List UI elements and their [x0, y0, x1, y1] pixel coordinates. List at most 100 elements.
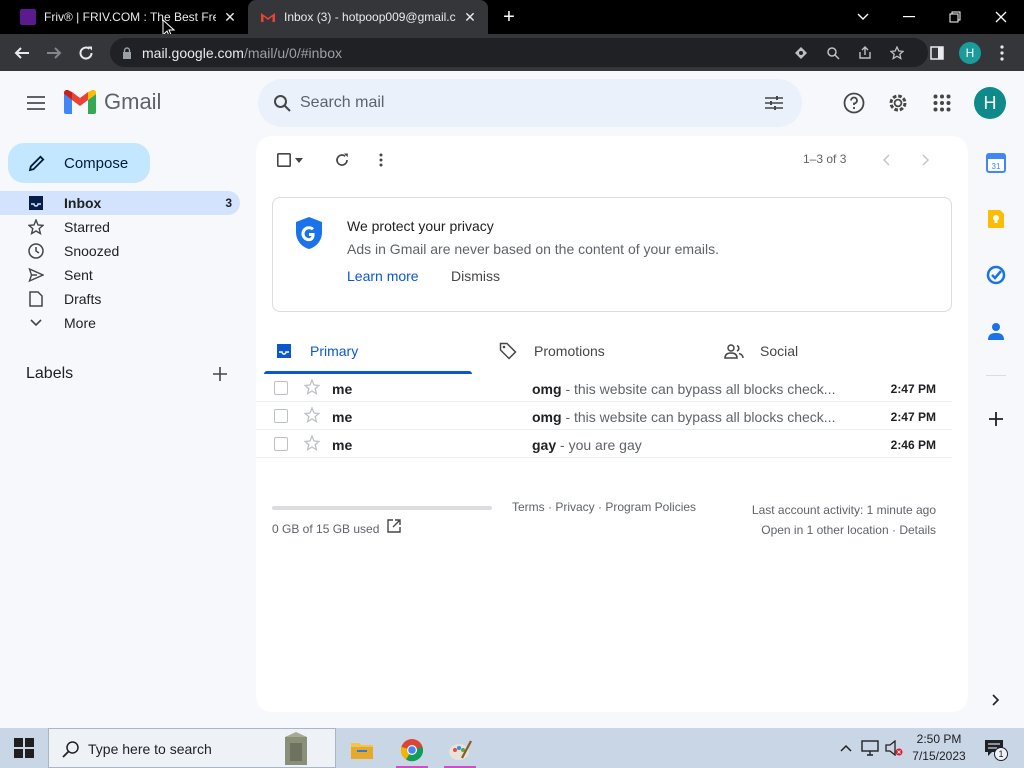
friv-favicon-icon	[20, 9, 36, 25]
open-external-icon[interactable]	[386, 518, 402, 534]
row-checkbox[interactable]	[274, 409, 288, 423]
windows-taskbar: Type here to search 2:50 PM 7/15/2023 1	[0, 728, 1024, 768]
email-snippet: - you are gay	[556, 437, 642, 453]
google-apps-icon[interactable]	[928, 89, 956, 117]
sidebar-item-label: Snoozed	[64, 243, 120, 259]
system-clock[interactable]: 2:50 PM 7/15/2023	[904, 731, 974, 765]
bookmark-star-icon[interactable]	[888, 44, 906, 62]
show-hidden-icons-chevron-icon[interactable]	[836, 738, 856, 758]
pencil-icon	[26, 152, 48, 174]
tab-primary[interactable]: Primary	[264, 328, 472, 374]
share-icon[interactable]	[856, 44, 874, 62]
mail-list-panel: 1–3 of 3 We protect your privacy Ads in …	[256, 136, 968, 712]
tab-promotions[interactable]: Promotions	[498, 328, 708, 374]
chrome-taskbar-icon[interactable]	[390, 732, 434, 768]
paint-app-icon[interactable]	[438, 732, 482, 768]
notification-center-icon[interactable]: 1	[982, 738, 1008, 761]
email-row[interactable]: me omg - this website can bypass all blo…	[256, 374, 952, 402]
tab-title: Inbox (3) - hotpoop009@gmail.c	[284, 10, 456, 24]
side-panel-icon[interactable]	[926, 42, 948, 64]
network-icon[interactable]	[860, 738, 880, 758]
file-explorer-icon[interactable]	[340, 732, 384, 768]
search-mail-bar[interactable]: Search mail	[258, 79, 802, 127]
volume-muted-icon[interactable]	[884, 738, 904, 758]
sidebar-item-inbox[interactable]: Inbox 3	[0, 191, 240, 215]
email-row[interactable]: me omg - this website can bypass all blo…	[256, 402, 952, 430]
clock-time: 2:50 PM	[916, 732, 962, 746]
browser-tab-gmail[interactable]: Inbox (3) - hotpoop009@gmail.c ✕	[248, 0, 488, 34]
star-icon[interactable]	[303, 378, 321, 396]
tab-title: Friv® | FRIV.COM : The Best Free	[44, 10, 216, 24]
forward-icon[interactable]	[43, 42, 65, 64]
address-bar[interactable]: mail.google.com/mail/u/0/#inbox	[110, 38, 928, 67]
browser-menu-icon[interactable]	[991, 42, 1013, 64]
email-time: 2:47 PM	[890, 382, 936, 396]
new-tab-button[interactable]: +	[498, 6, 520, 28]
svg-text:31: 31	[992, 162, 1001, 171]
taskbar-search-input[interactable]: Type here to search	[88, 741, 212, 757]
clock-icon	[26, 241, 46, 261]
account-avatar[interactable]: H	[974, 87, 1006, 119]
learn-more-link[interactable]: Learn more	[347, 268, 419, 284]
dismiss-button[interactable]: Dismiss	[451, 268, 500, 284]
gmail-header: Gmail Search mail H	[0, 71, 1024, 135]
star-icon[interactable]	[303, 434, 321, 452]
sidebar-item-starred[interactable]: Starred	[0, 215, 240, 239]
reload-icon[interactable]	[75, 42, 97, 64]
tab-label: Social	[760, 343, 799, 359]
keep-icon[interactable]	[984, 207, 1008, 231]
back-icon[interactable]	[11, 42, 33, 64]
browser-tab-friv[interactable]: Friv® | FRIV.COM : The Best Free ✕	[0, 0, 248, 34]
tasks-icon[interactable]	[984, 263, 1008, 287]
last-activity-text: Last account activity: 1 minute ago	[751, 503, 936, 517]
footer-policy-links[interactable]: Terms · Privacy · Program Policies	[512, 500, 696, 514]
calendar-icon[interactable]: 31	[984, 151, 1008, 175]
send-icon	[26, 265, 46, 285]
main-menu-icon[interactable]	[22, 89, 50, 117]
tab-social[interactable]: Social	[724, 328, 934, 374]
more-actions-icon[interactable]	[371, 150, 391, 170]
profile-avatar[interactable]: H	[959, 42, 981, 64]
newer-page-icon[interactable]	[876, 150, 896, 170]
email-row[interactable]: me gay - you are gay 2:46 PM	[256, 430, 952, 458]
close-tab-icon[interactable]: ✕	[462, 9, 478, 25]
gmail-logo[interactable]: Gmail	[64, 89, 161, 115]
close-tab-icon[interactable]: ✕	[222, 9, 238, 25]
minimize-button[interactable]	[886, 0, 932, 34]
select-all-checkbox[interactable]	[274, 150, 294, 170]
row-checkbox[interactable]	[274, 381, 288, 395]
get-addons-icon[interactable]	[984, 407, 1008, 431]
windows-start-icon[interactable]	[14, 738, 34, 758]
restore-button[interactable]	[932, 0, 978, 34]
inbox-category-tabs: Primary Promotions Social	[256, 328, 968, 374]
search-input[interactable]: Search mail	[300, 94, 384, 112]
contacts-icon[interactable]	[984, 319, 1008, 343]
sidebar-item-drafts[interactable]: Drafts	[0, 287, 240, 311]
zoom-search-icon[interactable]	[824, 44, 842, 62]
sidebar-item-sent[interactable]: Sent	[0, 263, 240, 287]
tab-search-icon[interactable]	[840, 0, 886, 34]
select-menu-caret-icon[interactable]	[292, 150, 306, 170]
extension-diamond-icon[interactable]	[792, 44, 810, 62]
show-side-panel-icon[interactable]	[984, 688, 1008, 712]
close-window-button[interactable]	[978, 0, 1024, 34]
row-checkbox[interactable]	[274, 437, 288, 451]
other-location-details-link[interactable]: Open in 1 other location · Details	[752, 520, 936, 540]
settings-gear-icon[interactable]	[884, 89, 912, 117]
search-options-icon[interactable]	[762, 91, 786, 115]
older-page-icon[interactable]	[916, 150, 936, 170]
lock-icon[interactable]	[118, 44, 136, 62]
clock-date: 7/15/2023	[912, 749, 966, 763]
taskbar-search-box[interactable]: Type here to search	[48, 728, 336, 768]
compose-button[interactable]: Compose	[8, 143, 150, 183]
search-icon[interactable]	[270, 91, 294, 115]
add-label-icon[interactable]	[210, 364, 230, 384]
sidebar-item-more[interactable]: More	[0, 311, 240, 335]
refresh-icon[interactable]	[332, 150, 352, 170]
chevron-down-icon	[26, 313, 46, 333]
sidebar-item-label: Drafts	[64, 291, 102, 307]
star-icon[interactable]	[303, 406, 321, 424]
help-icon[interactable]	[840, 89, 868, 117]
sidebar-item-snoozed[interactable]: Snoozed	[0, 239, 240, 263]
profile-initial: H	[959, 42, 981, 64]
